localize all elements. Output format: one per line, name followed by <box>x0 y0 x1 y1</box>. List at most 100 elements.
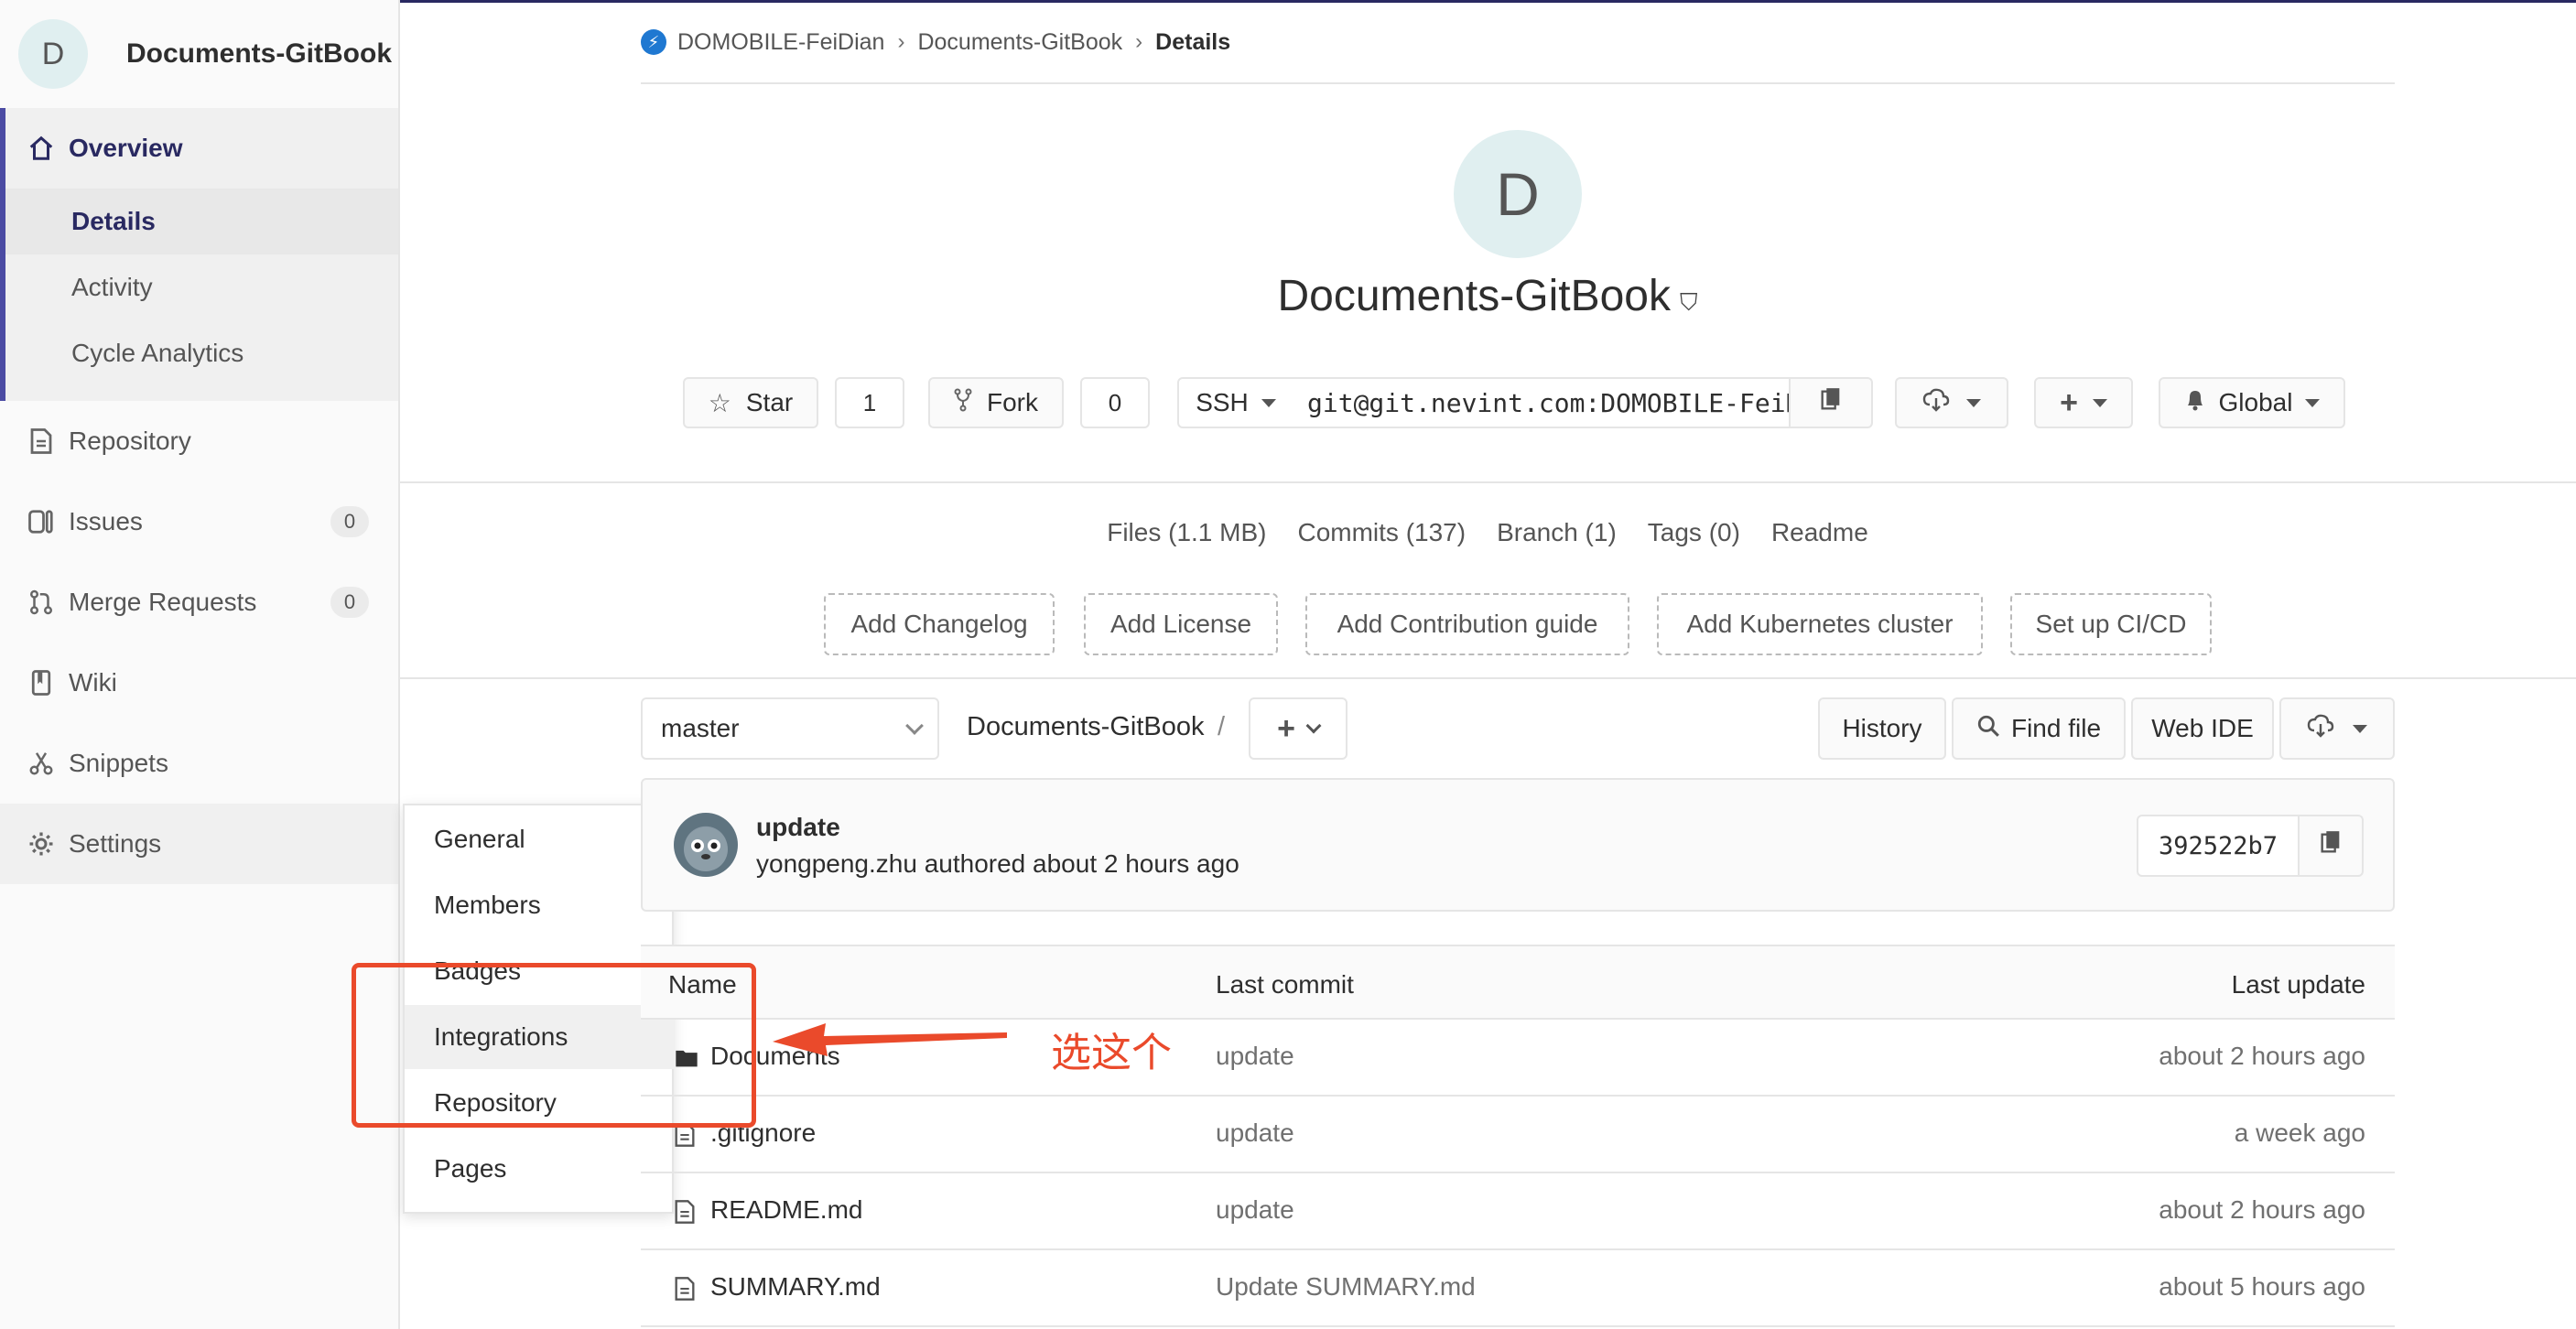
home-icon <box>26 133 57 164</box>
notification-label: Global <box>2218 388 2293 416</box>
shield-icon: ⛉ <box>1679 288 1698 316</box>
sidebar-subitem-details[interactable]: Details <box>5 189 398 254</box>
flyout-item-general[interactable]: General <box>405 807 674 871</box>
commit-sha-link[interactable]: 392522b7 <box>2137 815 2300 877</box>
add-kubernetes-cluster-button[interactable]: Add Kubernetes cluster <box>1657 593 1983 655</box>
plus-icon: + <box>1277 710 1295 746</box>
file-date: about 2 hours ago <box>2159 1195 2365 1224</box>
copy-sha-button[interactable] <box>2300 815 2364 877</box>
history-button[interactable]: History <box>1818 697 1946 760</box>
new-item-dropdown[interactable]: + <box>2034 377 2133 428</box>
sidebar-subitem-cycle-analytics[interactable]: Cycle Analytics <box>5 320 398 386</box>
fork-icon <box>954 388 972 418</box>
file-date: about 5 hours ago <box>2159 1272 2365 1301</box>
table-row[interactable]: SUMMARY.md Update SUMMARY.md about 5 hou… <box>641 1250 2395 1327</box>
web-ide-button[interactable]: Web IDE <box>2131 697 2274 760</box>
clipboard-icon <box>1820 387 1842 419</box>
file-name-link[interactable]: SUMMARY.md <box>710 1272 881 1302</box>
table-row[interactable]: README.md update about 2 hours ago <box>641 1173 2395 1250</box>
caret-down-icon <box>2305 398 2321 407</box>
file-icon <box>674 1199 699 1225</box>
file-commit-link[interactable]: Update SUMMARY.md <box>1216 1272 1476 1302</box>
add-contribution-guide-button[interactable]: Add Contribution guide <box>1305 593 1629 655</box>
sidebar-item-label: Settings <box>69 829 162 858</box>
sidebar-item-label: Wiki <box>69 668 117 697</box>
divider <box>400 677 2576 679</box>
sidebar-project-header[interactable]: D Documents-GitBook <box>0 0 398 108</box>
search-icon <box>1976 714 2000 744</box>
tree-download-dropdown[interactable] <box>2279 697 2395 760</box>
download-dropdown[interactable] <box>1895 377 2008 428</box>
file-name-link[interactable]: README.md <box>710 1195 862 1225</box>
stat-files-link[interactable]: Files (1.1 MB) <box>1107 518 1266 547</box>
chevron-down-icon <box>905 717 924 735</box>
clone-protocol-label: SSH <box>1196 388 1249 416</box>
sidebar-item-settings[interactable]: Settings <box>0 804 398 884</box>
sidebar-item-merge-requests[interactable]: Merge Requests 0 <box>0 575 398 630</box>
file-commit-link[interactable]: update <box>1216 1118 1294 1148</box>
merge-icon <box>26 587 57 618</box>
sidebar-item-repository[interactable]: Repository <box>0 414 398 469</box>
path-separator: / <box>1218 712 1226 741</box>
page-title: Documents-GitBook ⛉ <box>0 271 2576 321</box>
find-file-button[interactable]: Find file <box>1952 697 2126 760</box>
clone-protocol-dropdown[interactable]: SSH <box>1177 377 1294 428</box>
fork-count[interactable]: 0 <box>1080 377 1150 428</box>
file-date: about 2 hours ago <box>2159 1042 2365 1070</box>
commit-title-link[interactable]: update <box>756 813 840 842</box>
flyout-item-pages[interactable]: Pages <box>405 1137 674 1201</box>
find-file-label: Find file <box>2010 714 2102 742</box>
stat-tags-link[interactable]: Tags (0) <box>1648 518 1740 547</box>
sidebar-item-wiki[interactable]: Wiki <box>0 655 398 710</box>
project-stats: Files (1.1 MB) Commits (137) Branch (1) … <box>0 518 2576 547</box>
annotation-highlight-box <box>352 963 756 1128</box>
add-changelog-button[interactable]: Add Changelog <box>824 593 1055 655</box>
scissors-icon <box>26 748 57 779</box>
file-commit-link[interactable]: update <box>1216 1195 1294 1225</box>
sidebar-item-overview[interactable]: Overview <box>0 121 398 176</box>
breadcrumb-project-link[interactable]: Documents-GitBook <box>917 29 1122 56</box>
column-header-last-update: Last update <box>2231 970 2365 999</box>
avatar[interactable] <box>674 813 738 877</box>
chevron-right-icon: › <box>897 29 905 54</box>
breadcrumb-current[interactable]: Details <box>1155 29 1230 56</box>
fork-button[interactable]: Fork <box>928 377 1064 428</box>
add-to-tree-dropdown[interactable]: + <box>1249 697 1348 760</box>
copy-url-button[interactable] <box>1789 377 1873 428</box>
clone-url-input[interactable]: git@git.nevint.com:DOMOBILE-FeiDian/Docu… <box>1293 377 1791 428</box>
plus-icon: + <box>2060 384 2078 420</box>
sidebar-item-label: Snippets <box>69 749 168 777</box>
sidebar-item-snippets[interactable]: Snippets <box>0 736 398 791</box>
stat-commits-link[interactable]: Commits (137) <box>1297 518 1466 547</box>
setup-ci-cd-button[interactable]: Set up CI/CD <box>2010 593 2212 655</box>
cloud-download-icon <box>1922 388 1950 418</box>
project-avatar-large: D <box>1454 130 1582 258</box>
table-row[interactable]: .gitignore update a week ago <box>641 1097 2395 1173</box>
breadcrumb: ⚡ DOMOBILE-FeiDian › Documents-GitBook ›… <box>641 26 1230 59</box>
project-title-text: Documents-GitBook <box>1277 272 1671 320</box>
add-license-button[interactable]: Add License <box>1084 593 1278 655</box>
flyout-item-members[interactable]: Members <box>405 873 674 937</box>
notification-dropdown[interactable]: Global <box>2159 377 2345 428</box>
star-button[interactable]: ☆ Star <box>683 377 818 428</box>
branch-selector[interactable]: master <box>641 697 939 760</box>
book-icon <box>26 667 57 698</box>
sidebar-item-label: Merge Requests <box>69 588 257 616</box>
chevron-right-icon: › <box>1135 29 1143 54</box>
commit-sha-group: 392522b7 <box>2137 815 2364 877</box>
annotation-arrow-icon <box>773 1023 1007 1056</box>
bell-icon <box>2184 388 2206 418</box>
annotation-text: 选这个 <box>1051 1030 1172 1076</box>
divider <box>400 481 2576 483</box>
star-count[interactable]: 1 <box>835 377 904 428</box>
stat-readme-link[interactable]: Readme <box>1771 518 1868 547</box>
last-commit-panel: update yongpeng.zhu authored about 2 hou… <box>641 778 2395 912</box>
file-icon <box>674 1276 699 1302</box>
stat-branch-link[interactable]: Branch (1) <box>1497 518 1617 547</box>
repo-path-root[interactable]: Documents-GitBook <box>967 712 1205 742</box>
file-commit-link[interactable]: update <box>1216 1042 1294 1071</box>
clipboard-icon <box>2320 830 2342 862</box>
chevron-down-icon <box>1305 718 1322 734</box>
breadcrumb-group-link[interactable]: DOMOBILE-FeiDian <box>677 29 884 56</box>
sidebar-item-label: Repository <box>69 427 191 455</box>
